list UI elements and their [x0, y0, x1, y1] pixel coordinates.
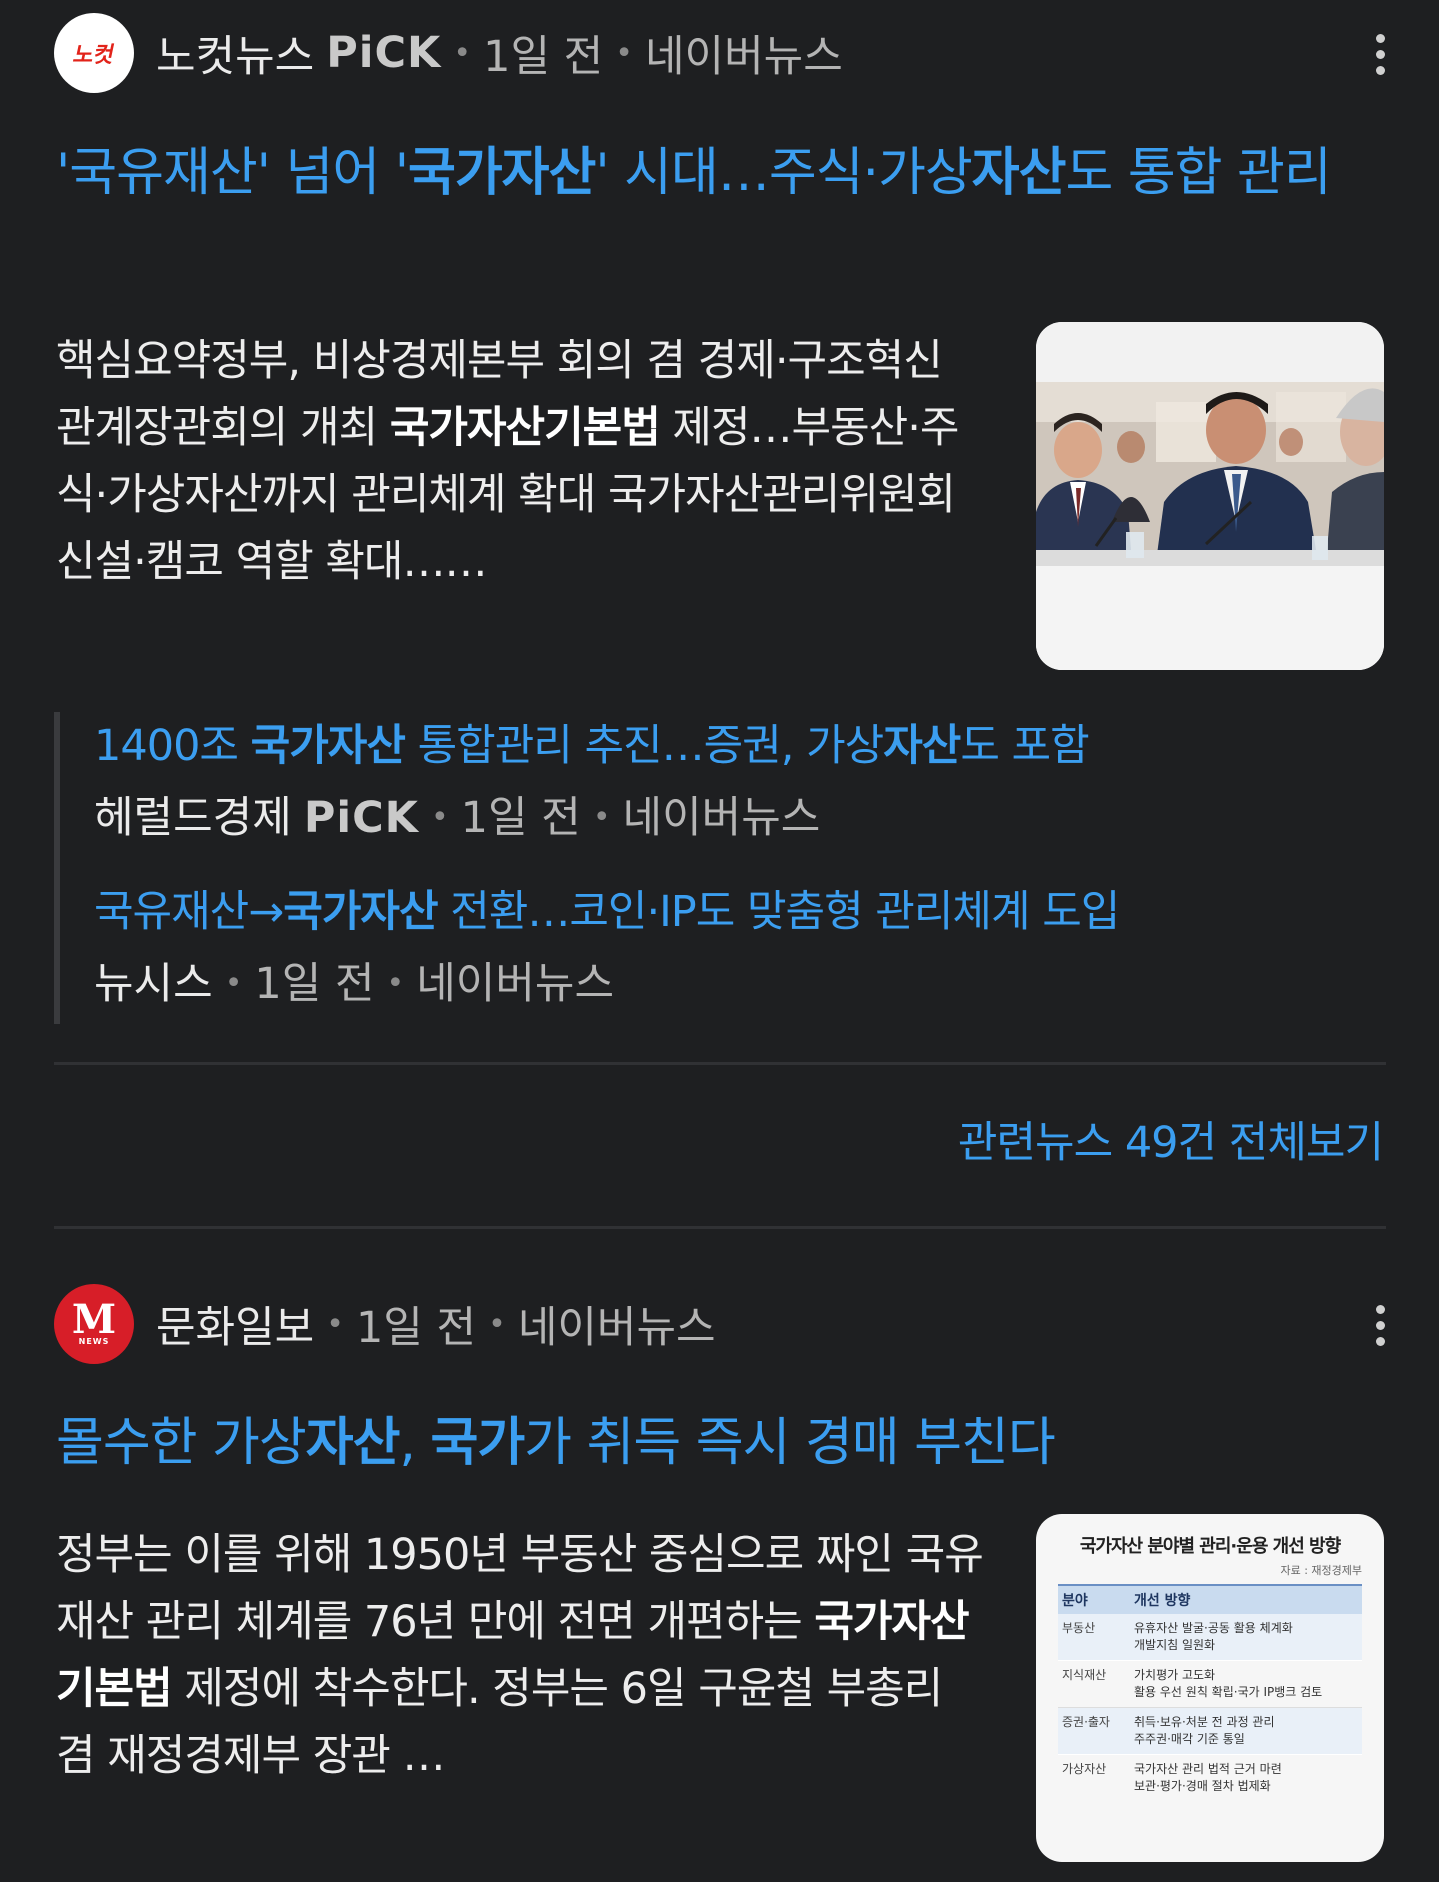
table-row: 지식재산 가치평가 고도화 활용 우선 원칙 확립·국가 IP뱅크 검토 [1058, 1661, 1362, 1708]
munhwa-ilbo-logo[interactable]: M NEWS [54, 1284, 134, 1364]
meeting-photo [1036, 322, 1384, 670]
more-options-icon[interactable] [1360, 24, 1400, 84]
divider [54, 1062, 1386, 1065]
timestamp: 1일 전 [355, 1303, 477, 1353]
related-title[interactable]: 국유재산→국가자산 전환…코인·IP도 맞춤형 관리체계 도입 [94, 882, 1254, 942]
separator-dot: • [386, 966, 405, 1001]
article2-source-meta: 문화일보 • 1일 전 • 네이버뉴스 [156, 1293, 716, 1355]
article2-source-row: M NEWS 문화일보 • 1일 전 • 네이버뉴스 [54, 1284, 1394, 1364]
related-news-more-link[interactable]: 관련뉴스 49건 전체보기 [958, 1108, 1384, 1170]
divider [54, 1226, 1386, 1229]
source-name[interactable]: 문화일보 [156, 1293, 314, 1355]
separator-dot: • [453, 35, 472, 71]
more-options-icon[interactable] [1360, 1295, 1400, 1355]
article1-source-meta: 노컷뉴스 PiCK • 1일 전 • 네이버뉴스 [156, 22, 843, 84]
infographic-table: 분야 개선 방향 부동산 유휴자산 발굴·공동 활용 체계화 개발지침 일원화 지… [1058, 1584, 1362, 1801]
article2-thumbnail[interactable]: 국가자산 분야별 관리·운용 개선 방향 자료 : 재정경제부 분야 개선 방향… [1036, 1514, 1384, 1862]
table-row: 증권·출자 취득·보유·처분 전 과정 관리 주주권·매각 기준 통일 [1058, 1708, 1362, 1755]
related-item[interactable]: 국유재산→국가자산 전환…코인·IP도 맞춤형 관리체계 도입 뉴시스 • 1일… [94, 882, 1254, 1014]
platform-label[interactable]: 네이버뉴스 [645, 22, 843, 84]
article1-title[interactable]: '국유재산' 넘어 '국가자산' 시대…주식·가상자산도 통합 관리 [56, 134, 1396, 212]
table-header: 분야 개선 방향 [1058, 1586, 1362, 1614]
article1-thumbnail[interactable] [1036, 322, 1384, 670]
article1-source-row: 노컷 노컷뉴스 PiCK • 1일 전 • 네이버뉴스 [54, 13, 1394, 93]
pick-badge: PiCK [326, 28, 442, 78]
timestamp: 1일 전 [460, 793, 581, 843]
source-name[interactable]: 뉴시스 [94, 954, 213, 1014]
related-item[interactable]: 1400조 국가자산 통합관리 추진…증권, 가상자산도 포함 헤럴드경제 Pi… [94, 712, 1254, 848]
table-row: 가상자산 국가자산 관리 법적 근거 마련 보관·평가·경매 절차 법제화 [1058, 1755, 1362, 1801]
separator-dot: • [488, 1306, 506, 1342]
article2-summary[interactable]: 정부는 이를 위해 1950년 부동산 중심으로 짜인 국유재산 관리 체계를 … [56, 1522, 991, 1790]
article2-title[interactable]: 몰수한 가상자산, 국가가 취득 즉시 경매 부친다 [56, 1404, 1396, 1482]
separator-dot: • [326, 1306, 344, 1342]
infographic-source: 자료 : 재정경제부 [1280, 1564, 1362, 1577]
timestamp: 1일 전 [483, 32, 604, 82]
source-name[interactable]: 노컷뉴스 [156, 22, 314, 84]
related-title[interactable]: 1400조 국가자산 통합관리 추진…증권, 가상자산도 포함 [94, 716, 1254, 776]
related-news-list: 1400조 국가자산 통합관리 추진…증권, 가상자산도 포함 헤럴드경제 Pi… [54, 712, 1254, 1024]
platform-label[interactable]: 네이버뉴스 [518, 1293, 716, 1355]
separator-dot: • [592, 800, 611, 835]
separator-dot: • [430, 800, 449, 835]
nocut-news-logo[interactable]: 노컷 [54, 13, 134, 93]
platform-label[interactable]: 네이버뉴스 [416, 954, 614, 1014]
separator-dot: • [615, 35, 633, 71]
platform-label[interactable]: 네이버뉴스 [623, 788, 821, 848]
timestamp: 1일 전 [254, 959, 375, 1009]
infographic-title: 국가자산 분야별 관리·운용 개선 방향 [1079, 1536, 1341, 1557]
article1-summary[interactable]: 핵심요약정부, 비상경제본부 회의 겸 경제·구조혁신 관계장관회의 개최 국가… [56, 328, 991, 596]
related-meta: 헤럴드경제 PiCK • 1일 전 • 네이버뉴스 [94, 788, 1254, 848]
related-meta: 뉴시스 • 1일 전 • 네이버뉴스 [94, 954, 1254, 1014]
table-row: 부동산 유휴자산 발굴·공동 활용 체계화 개발지침 일원화 [1058, 1614, 1362, 1661]
pick-badge: PiCK [303, 793, 419, 843]
source-name[interactable]: 헤럴드경제 [94, 788, 292, 848]
separator-dot: • [224, 966, 243, 1001]
